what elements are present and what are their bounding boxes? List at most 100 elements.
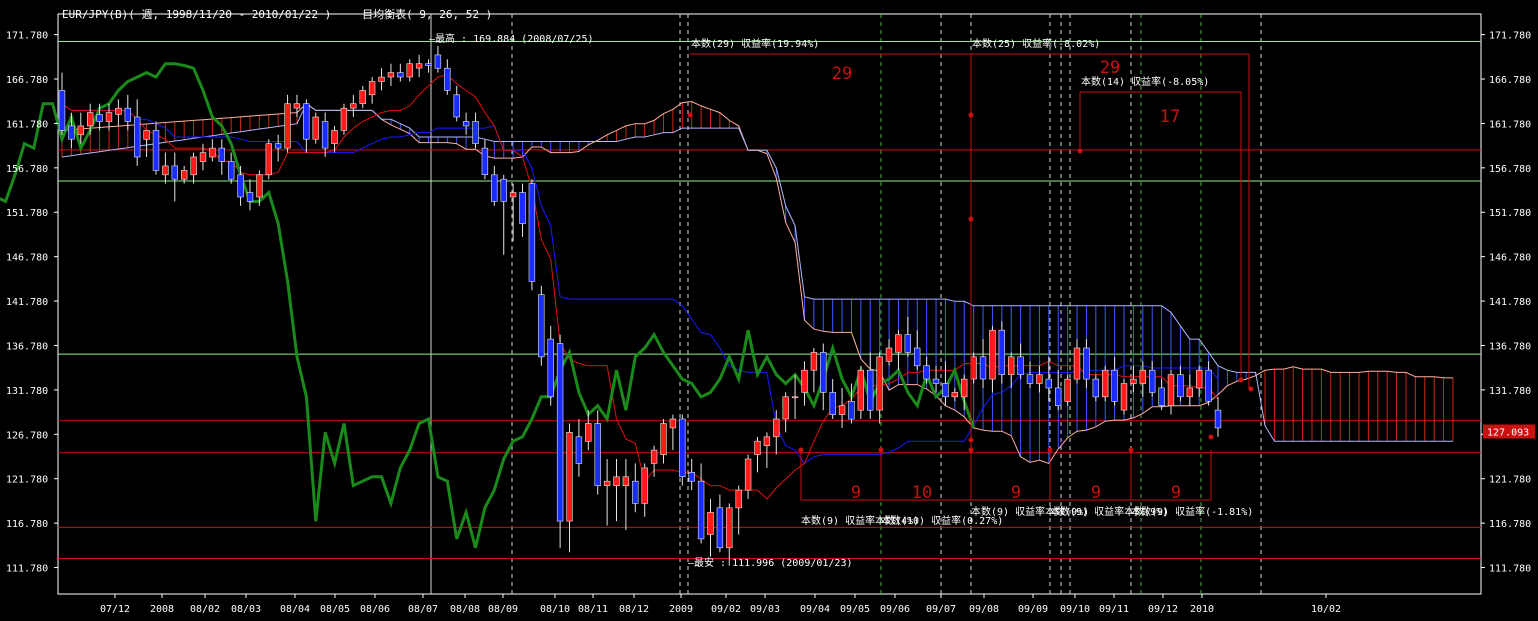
candle-body	[1158, 387, 1165, 406]
candle-body	[256, 174, 263, 198]
candle-body	[228, 161, 235, 180]
y-tick-label-left: 151.780	[6, 208, 48, 219]
candle-body	[1045, 378, 1053, 389]
candle-body	[1083, 347, 1090, 380]
candle-body	[942, 383, 949, 398]
candle-body	[87, 112, 94, 127]
candle-body	[820, 352, 827, 393]
candle-body	[134, 116, 141, 158]
y-tick-label-left: 171.780	[6, 31, 48, 42]
x-tick-label: 08/06	[360, 604, 390, 615]
y-tick-label-right: 171.780	[1489, 31, 1531, 42]
candle-body	[885, 347, 893, 362]
candle-body	[519, 192, 526, 224]
candle-body	[1017, 356, 1024, 375]
candle-body	[143, 130, 150, 140]
candle-body	[528, 183, 536, 282]
y-tick-label-right: 131.780	[1489, 386, 1531, 397]
candle-body	[368, 81, 376, 96]
candle-body	[340, 107, 348, 131]
candle-body	[397, 72, 404, 78]
candle-body	[58, 90, 66, 131]
candlestick-chart: —最高 : 169.884 (2008/07/25) —最安 : 111.996 …	[0, 13, 1535, 615]
candle-body	[209, 147, 216, 158]
candle-body	[350, 103, 357, 109]
candle-body	[810, 352, 818, 371]
candle-body	[500, 178, 507, 202]
x-tick-label: 08/12	[619, 604, 649, 615]
candle-body	[650, 449, 658, 464]
annotations-layer: —最高 : 169.884 (2008/07/25) —最安 : 111.996 …	[429, 32, 1254, 569]
candle-body	[923, 365, 930, 380]
x-tick-label: 09/05	[840, 604, 870, 615]
candle-body	[660, 423, 667, 455]
candle-body	[622, 476, 630, 486]
candle-body	[754, 440, 761, 455]
candle-body	[707, 511, 714, 535]
candle-body	[303, 103, 310, 140]
candle-body	[866, 369, 874, 411]
candle-body	[801, 369, 808, 393]
y-tick-label-left: 166.780	[6, 75, 48, 86]
candle-body	[1196, 369, 1203, 389]
x-tick-label: 09/07	[926, 604, 956, 615]
candle-body	[444, 67, 451, 91]
candle-body	[378, 76, 385, 82]
signal-dot	[798, 447, 804, 453]
candle-body	[641, 467, 648, 504]
candle-body	[96, 114, 103, 122]
signal-dot	[1128, 447, 1134, 453]
candle-body	[1111, 369, 1118, 402]
candle-body	[265, 143, 272, 176]
candle-body	[331, 130, 338, 144]
candle-body	[904, 334, 912, 353]
x-tick-label: 09/11	[1099, 604, 1129, 615]
candle-body	[1214, 409, 1222, 429]
candle-body	[848, 400, 855, 420]
y-tick-label-right: 146.780	[1489, 253, 1531, 264]
x-tick-label: 08/02	[190, 604, 220, 615]
candle-body	[472, 121, 479, 145]
candle-body	[312, 116, 319, 140]
candle-body	[453, 94, 460, 118]
x-tick-label: 09/02	[711, 604, 741, 615]
x-tick-label: 10/02	[1311, 604, 1341, 615]
candle-body	[585, 423, 592, 442]
candle-body	[237, 174, 244, 198]
candle-body	[773, 418, 780, 438]
candle-body	[293, 103, 301, 109]
candle-body	[556, 343, 564, 522]
x-tick-label: 09/03	[750, 604, 780, 615]
candle-body	[688, 471, 695, 482]
candle-body	[913, 347, 921, 367]
candle-body	[359, 90, 366, 105]
y-tick-label-right: 141.780	[1489, 297, 1531, 308]
candle-body	[1036, 374, 1043, 384]
candle-body	[190, 156, 197, 176]
candle-body	[1205, 369, 1212, 402]
candle-body	[876, 356, 883, 411]
candle-body	[960, 378, 968, 398]
signal-dot	[1047, 447, 1053, 453]
candle-body	[829, 392, 836, 415]
candle-body	[791, 396, 799, 399]
candle-body	[538, 294, 545, 358]
y-tick-label-right: 166.780	[1489, 75, 1531, 86]
candle-body	[547, 338, 554, 398]
candle-body	[1139, 369, 1147, 384]
top-count-bracket	[971, 53, 1250, 390]
current-price-label: 127.093	[1487, 428, 1529, 439]
y-tick-label-right: 156.780	[1489, 164, 1531, 175]
y-tick-label-left: 136.780	[6, 341, 48, 352]
signal-dot	[1077, 148, 1083, 154]
bottom-count-number: 9	[1011, 483, 1021, 503]
low-price-label: —最安 : 111.996 (2009/01/23)	[688, 556, 853, 569]
candle-body	[979, 356, 987, 380]
candle-body	[509, 192, 517, 198]
x-tick-label: 09/09	[1018, 604, 1048, 615]
x-tick-label: 08/04	[280, 604, 310, 615]
signal-dot	[968, 447, 974, 453]
candle-body	[246, 192, 254, 202]
candle-body	[321, 121, 329, 149]
signal-dot	[968, 437, 974, 443]
